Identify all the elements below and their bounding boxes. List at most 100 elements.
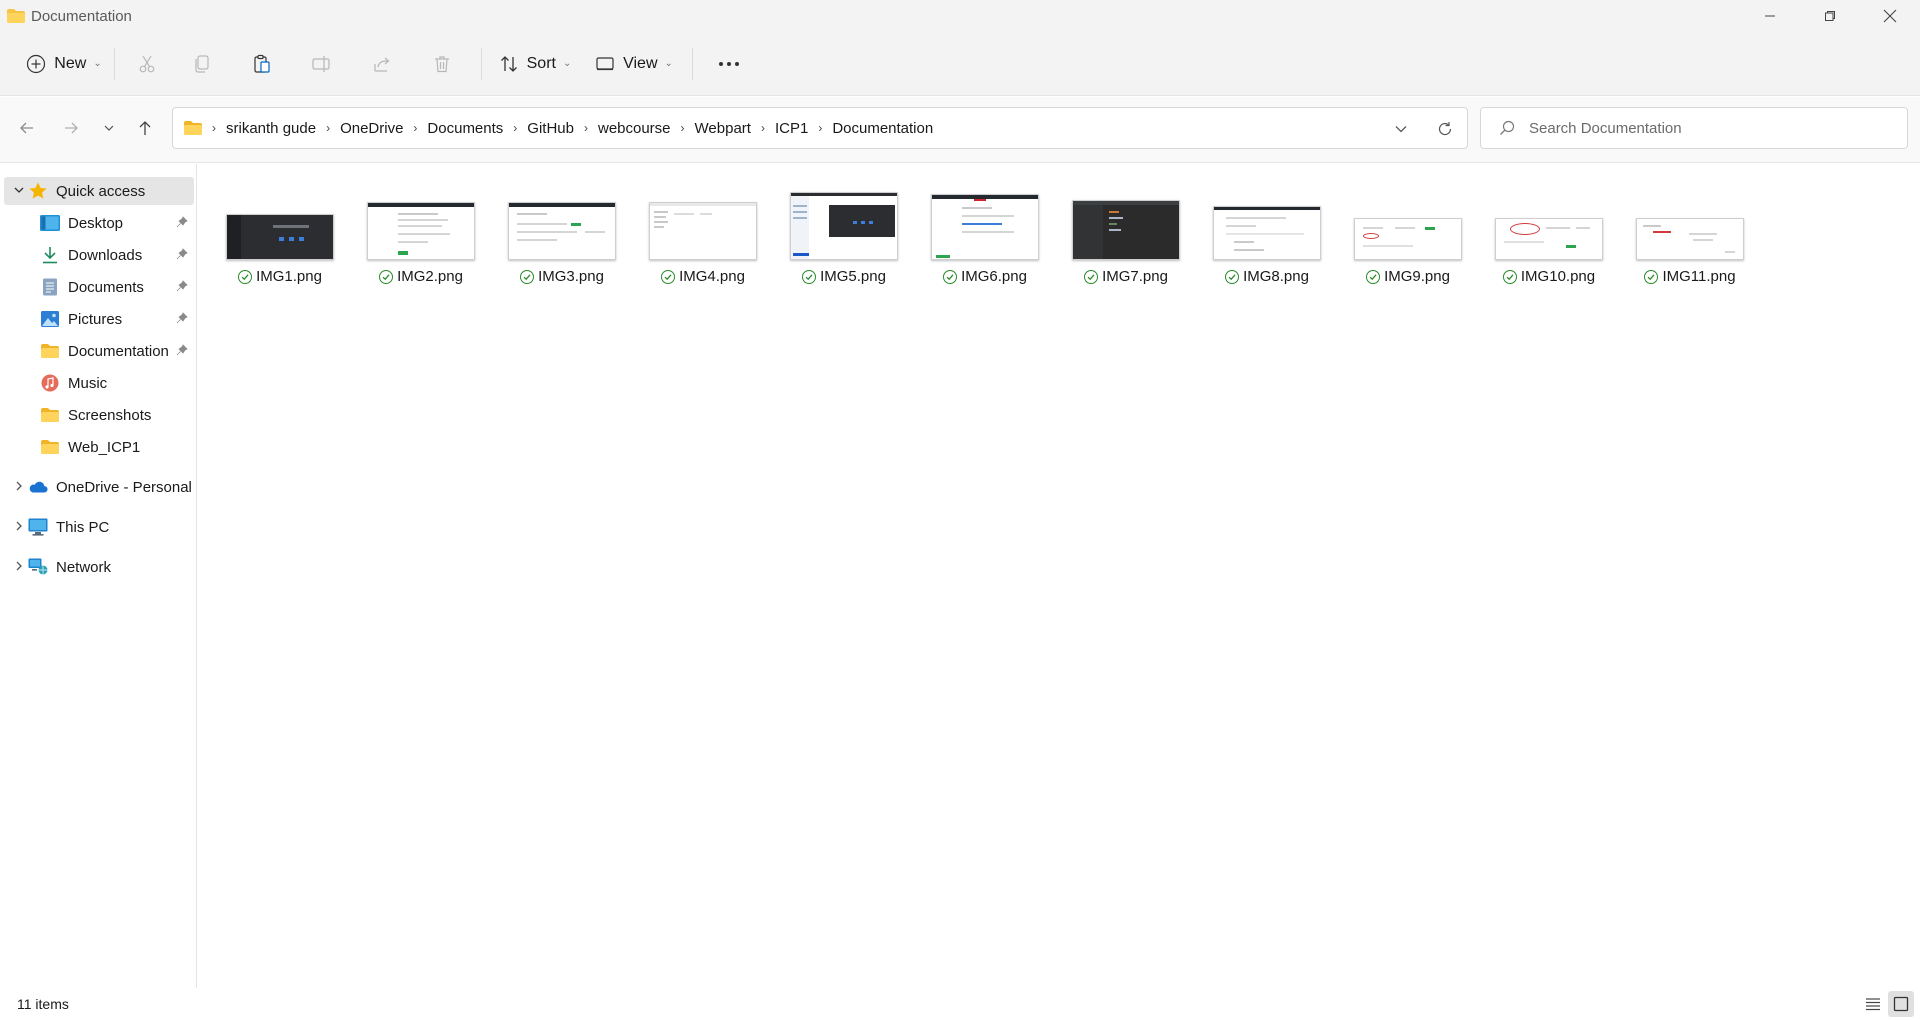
cut-button[interactable] — [123, 44, 171, 84]
chevron-right-icon[interactable]: › — [413, 121, 417, 135]
sidebar-item-label: Documents — [68, 278, 144, 296]
breadcrumb-item[interactable]: Documents — [427, 120, 503, 137]
sort-label: Sort — [526, 54, 556, 72]
file-item[interactable]: IMG5.png — [770, 176, 898, 296]
file-item[interactable]: IMG9.png — [1334, 176, 1462, 296]
file-name: IMG7.png — [1102, 268, 1168, 285]
sidebar-item-documents[interactable]: Documents — [0, 273, 194, 301]
chevron-right-icon[interactable]: › — [584, 121, 588, 135]
chevron-down-icon: ⌄ — [664, 58, 673, 69]
address-bar[interactable]: › srikanth gude › OneDrive › Documents ›… — [172, 107, 1468, 149]
sidebar-item-network[interactable]: Network — [4, 553, 194, 581]
chevron-right-icon[interactable]: › — [212, 121, 216, 135]
share-button[interactable] — [353, 44, 411, 84]
sidebar-item-quick-access[interactable]: Quick access — [4, 177, 194, 205]
arrow-up-icon — [139, 121, 151, 135]
chevron-right-icon[interactable] — [12, 520, 26, 535]
pin-icon[interactable] — [176, 343, 188, 359]
sidebar-item-screenshots[interactable]: Screenshots — [0, 401, 194, 429]
command-bar: New ⌄ Sort ⌄ View ⌄ — [0, 32, 1920, 96]
pin-icon[interactable] — [176, 215, 188, 231]
chevron-down-icon: ⌄ — [93, 58, 102, 69]
up-button[interactable] — [130, 113, 160, 143]
rename-button[interactable] — [291, 44, 353, 84]
chevron-right-icon[interactable]: › — [681, 121, 685, 135]
breadcrumb-item[interactable]: Webpart — [695, 120, 751, 137]
file-item[interactable]: IMG1.png — [206, 176, 334, 296]
pin-icon[interactable] — [176, 311, 188, 327]
chevron-down-icon[interactable] — [12, 184, 26, 199]
file-item[interactable]: IMG8.png — [1193, 176, 1321, 296]
breadcrumb-item[interactable]: Documentation — [832, 120, 933, 137]
large-icons-view-button[interactable] — [1888, 991, 1914, 1017]
chevron-right-icon[interactable]: › — [326, 121, 330, 135]
sidebar-item-onedrive[interactable]: OneDrive - Personal — [4, 473, 194, 501]
file-item[interactable]: IMG7.png — [1052, 176, 1180, 296]
address-row: › srikanth gude › OneDrive › Documents ›… — [0, 97, 1920, 163]
sync-available-icon — [802, 269, 817, 284]
sort-button[interactable]: Sort ⌄ — [490, 44, 580, 84]
file-item[interactable]: IMG11.png — [1616, 176, 1744, 296]
breadcrumb-item[interactable]: ICP1 — [775, 120, 808, 137]
file-name: IMG1.png — [256, 268, 322, 285]
sidebar-item-label: Desktop — [68, 214, 124, 232]
back-button[interactable] — [12, 113, 42, 143]
breadcrumb-item[interactable]: srikanth gude — [226, 120, 316, 137]
window-title: Documentation — [31, 7, 132, 25]
chevron-right-icon[interactable] — [12, 480, 26, 495]
folder-icon — [184, 121, 202, 135]
file-item[interactable]: IMG3.png — [488, 176, 616, 296]
paste-button[interactable] — [233, 44, 291, 84]
plus-circle-icon — [27, 54, 46, 73]
share-icon — [374, 57, 390, 72]
pin-icon[interactable] — [176, 279, 188, 295]
forward-button[interactable] — [56, 113, 86, 143]
downloads-icon — [40, 246, 60, 264]
search-box[interactable] — [1480, 107, 1908, 149]
recent-locations-button[interactable] — [96, 113, 122, 143]
thumbnail — [1354, 218, 1462, 260]
delete-button[interactable] — [411, 44, 473, 84]
chevron-right-icon[interactable] — [12, 560, 26, 575]
chevron-right-icon[interactable]: › — [513, 121, 517, 135]
sidebar-item-this-pc[interactable]: This PC — [4, 513, 194, 541]
thumbnail — [1495, 218, 1603, 260]
more-options-button[interactable] — [701, 44, 757, 84]
sidebar-item-documentation[interactable]: Documentation — [0, 337, 194, 365]
folder-icon — [40, 406, 60, 424]
sync-available-icon — [943, 269, 958, 284]
address-history-button[interactable] — [1387, 116, 1415, 142]
view-label: View — [623, 54, 658, 72]
close-button[interactable] — [1860, 0, 1920, 32]
search-input[interactable] — [1529, 119, 1889, 137]
details-view-button[interactable] — [1860, 991, 1886, 1017]
pin-icon[interactable] — [176, 247, 188, 263]
sidebar-item-downloads[interactable]: Downloads — [0, 241, 194, 269]
file-item[interactable]: IMG6.png — [911, 176, 1039, 296]
separator — [114, 47, 115, 80]
sync-available-icon — [661, 269, 676, 284]
restore-button[interactable] — [1800, 0, 1860, 32]
sync-available-icon — [1366, 269, 1381, 284]
refresh-button[interactable] — [1431, 116, 1459, 142]
breadcrumb-item[interactable]: OneDrive — [340, 120, 403, 137]
sidebar-item-desktop[interactable]: Desktop — [0, 209, 194, 237]
file-item[interactable]: IMG4.png — [629, 176, 757, 296]
new-button[interactable]: New ⌄ — [22, 44, 106, 84]
breadcrumb-item[interactable]: GitHub — [527, 120, 574, 137]
chevron-right-icon[interactable]: › — [761, 121, 765, 135]
chevron-right-icon[interactable]: › — [818, 121, 822, 135]
file-name: IMG9.png — [1384, 268, 1450, 285]
sidebar-item-pictures[interactable]: Pictures — [0, 305, 194, 333]
sidebar-item-label: Downloads — [68, 246, 143, 264]
file-item[interactable]: IMG2.png — [347, 176, 475, 296]
file-name: IMG5.png — [820, 268, 886, 285]
copy-button[interactable] — [171, 44, 233, 84]
sidebar-item-music[interactable]: Music — [0, 369, 194, 397]
view-button[interactable]: View ⌄ — [584, 44, 684, 84]
breadcrumb-item[interactable]: webcourse — [598, 120, 671, 137]
minimize-button[interactable] — [1740, 0, 1800, 32]
file-item[interactable]: IMG10.png — [1475, 176, 1603, 296]
sidebar-item-web-icp1[interactable]: Web_ICP1 — [0, 433, 194, 461]
sync-available-icon — [1644, 269, 1659, 284]
